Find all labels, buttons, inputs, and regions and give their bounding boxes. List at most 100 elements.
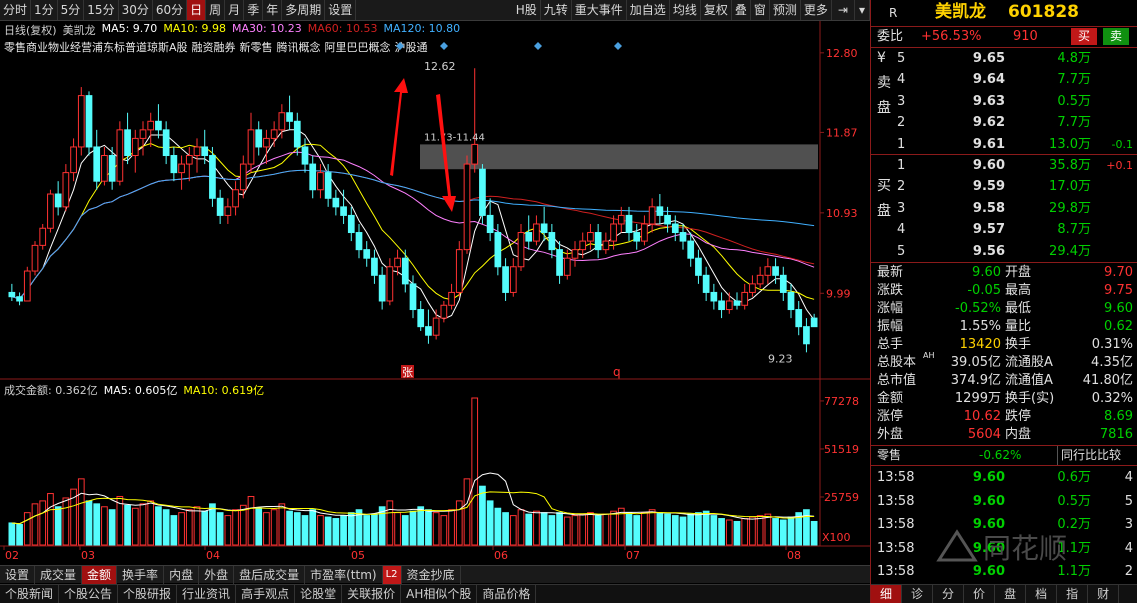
volume-bar [471,397,479,546]
volume-bar [324,516,332,546]
volume-bar [409,510,417,546]
candle [293,112,301,156]
order-price: 9.61 [972,136,1005,152]
right-tab-5[interactable]: 档 [1026,585,1058,603]
level-number: 1 [897,136,906,152]
l2-badge: L2 [382,566,402,584]
month-label: 04 [206,549,220,562]
quote-value: 9.75 [1104,283,1133,298]
volume-bar [255,507,263,546]
right-tab-7[interactable]: 财 [1088,585,1120,603]
indicator-tab-6[interactable]: 盘后成交量 [234,566,306,584]
indicator-tab-0[interactable]: 设置 [0,566,36,584]
tick-volume: 0.6万 [1057,470,1091,485]
indicator-tab-1[interactable]: 成交量 [35,566,83,584]
candle [340,189,347,224]
right-tab-0[interactable]: 细 [871,585,903,603]
candle [533,215,540,246]
buy-book-row[interactable]: 3 9.58 29.8万 [871,198,1137,219]
indicator-tab-3[interactable]: 换手率 [117,566,165,584]
book-side-label: 买 [877,178,891,194]
quote-row: 涨停 10.62 跌停 8.69 [871,408,1137,426]
news-tab-0[interactable]: 个股新闻 [0,585,60,603]
volume-bar [394,512,401,546]
candle [502,258,509,301]
sector-compare-button[interactable]: 同行比比较 [1057,446,1124,465]
order-change: +0.1 [1106,159,1133,172]
news-tab-5[interactable]: 论股堂 [295,585,343,603]
candle [463,155,471,254]
quote-label: 外盘 [877,427,904,442]
candle [625,206,633,242]
level-number: 3 [897,93,906,109]
candle [255,121,263,156]
quote-value: 4.35亿 [1091,355,1133,370]
sell-book-row[interactable]: 1 9.61 13.0万 -0.1 [871,134,1137,155]
sell-button[interactable]: 卖 [1103,28,1129,45]
right-tab-2[interactable]: 分 [933,585,965,603]
news-tab-8[interactable]: 商品价格 [477,585,537,603]
sell-book-row[interactable]: 5 9.65 4.8万 [871,48,1137,69]
indicator-tab-4[interactable]: 内盘 [164,566,200,584]
kline-chart[interactable]: 12.80 11.87 10.93 9.99 12.62 11.73-11.44 9.23 张… [0,0,870,565]
event-diamond-icon[interactable] [440,42,448,50]
level-number: 2 [897,179,906,195]
quote-value: 1299万 [954,391,1001,406]
news-tabs: 个股新闻 个股公告 个股研报 行业资讯 高手观点 论股堂 关联报价 AH相似个股 商品价格 [0,584,870,603]
event-diamond-icon[interactable] [614,42,622,50]
buy-book-row[interactable]: 4 9.57 8.7万 [871,219,1137,240]
volume-bar [401,515,409,546]
candle [810,313,818,328]
news-tab-4[interactable]: 高手观点 [236,585,296,603]
sell-book-row[interactable]: 2 9.62 7.7万 [871,112,1137,133]
indicator-tab-8[interactable]: 资金抄底 [402,566,461,584]
right-tab-4[interactable]: 盘 [995,585,1027,603]
buy-book-row[interactable]: 5 9.56 29.4万 [871,241,1137,262]
buy-book-row[interactable]: 1 9.60 35.8万 +0.1 [871,155,1137,176]
buy-button[interactable]: 买 [1071,28,1097,45]
order-change [1099,69,1133,90]
tick-time: 13:58 [877,493,915,509]
buy-book-row[interactable]: 2 9.59 17.0万 [871,176,1137,197]
sell-book-row[interactable]: 4 9.64 7.7万 [871,69,1137,90]
sell-book-row[interactable]: 3 9.63 0.5万 [871,91,1137,112]
news-tab-7[interactable]: AH相似个股 [401,585,478,603]
stock-name: 美凯龙 [935,2,986,22]
quote-label: 总股本 [877,355,917,370]
order-volume: 35.8万 [1049,158,1091,173]
candle [54,181,62,216]
volume-bar [625,512,633,546]
candle [641,215,648,246]
right-tab-6[interactable]: 指 [1057,585,1089,603]
quote-label: 涨幅 [877,301,904,316]
quote-value: 39.05亿 [950,355,1001,370]
sector-row: 零售 -0.62% 同行比比较 [871,446,1137,465]
indicator-tab-2[interactable]: 金额 [82,566,118,584]
quote-value: -0.52% [955,301,1001,316]
book-side-label-row: 买 [871,176,895,197]
candle [656,194,664,224]
indicator-tab-5[interactable]: 外盘 [199,566,235,584]
volume-bar [517,509,525,546]
order-change [1099,219,1133,240]
right-tab-3[interactable]: 价 [964,585,996,603]
event-diamond-icon[interactable] [534,42,542,50]
price-tick-label: 9.99 [826,287,851,300]
quote-value: 9.60 [972,265,1001,280]
volume-bar [216,512,224,546]
candle [749,275,756,297]
indicator-tab-7[interactable]: 市盈率(ttm) [305,566,383,584]
volume-bar [417,506,425,546]
news-tab-3[interactable]: 行业资讯 [177,585,237,603]
price-tick-label: 10.93 [826,207,858,220]
volume-bar [679,516,687,546]
right-tab-1[interactable]: 诊 [902,585,934,603]
q-marker[interactable]: q [613,365,621,379]
news-tab-6[interactable]: 关联报价 [342,585,402,603]
weibi-diff: 910 [1013,29,1038,44]
news-tab-2[interactable]: 个股研报 [118,585,178,603]
event-diamond-icon[interactable] [396,42,404,50]
candle [448,283,455,310]
news-tab-1[interactable]: 个股公告 [59,585,119,603]
volume-bar [16,523,23,546]
